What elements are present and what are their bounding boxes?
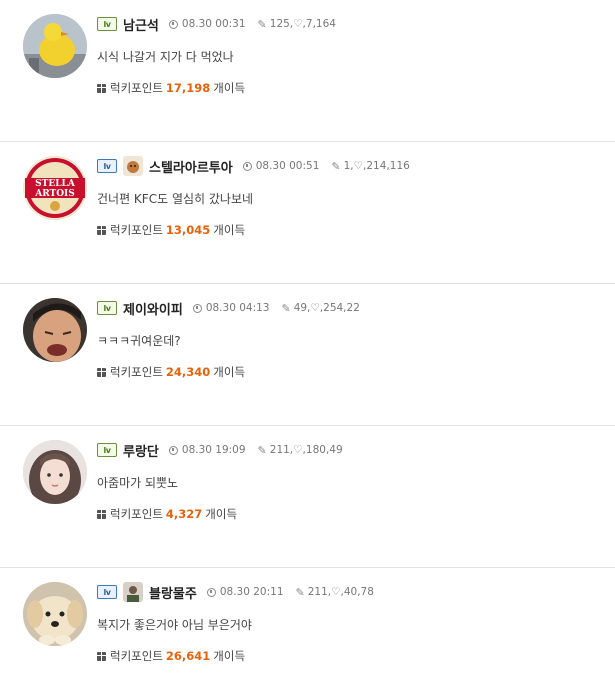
level-badge: lv: [97, 159, 117, 173]
comment-text: ㅋㅋㅋ귀여운데?: [97, 334, 181, 348]
comment-item: lv 루랑단 08.30 19:09 ✎ 211,♡,180,49 아줌마가 되…: [0, 426, 615, 568]
points-label: 럭키포인트: [110, 81, 163, 95]
logo-text-line-2: ARTOIS: [34, 189, 75, 199]
level-badge: lv: [97, 585, 117, 599]
points-value: 13,045: [165, 223, 211, 237]
lucky-points: 럭키포인트 17,198 개이득: [97, 80, 245, 96]
stella-artois-logo-avatar[interactable]: STELLA ARTOIS: [23, 156, 87, 220]
points-label: 럭키포인트: [110, 223, 163, 237]
comment-meta: lv 제이와이피 08.30 04:13 ✎ 49,♡,254,22: [97, 298, 360, 318]
comment-meta: lv 블랑물주 08.30 20:11 ✎ 211,♡,40,78: [97, 582, 374, 602]
comment-text: 시식 나갈거 지가 다 먹었나: [97, 50, 234, 64]
pin-icon: ✎: [331, 159, 341, 173]
gift-icon: [97, 509, 106, 519]
logo-text-line-1: STELLA: [35, 179, 76, 189]
comment-item: STELLA ARTOIS lv 스텔라아르투아 08.30 00:51 ✎ 1…: [0, 142, 615, 284]
points-label: 럭키포인트: [110, 365, 163, 379]
comment-stats: 211,♡,40,78: [307, 586, 374, 598]
puppy-avatar[interactable]: [23, 582, 87, 646]
pin-icon: ✎: [295, 585, 305, 599]
comment-text: 복지가 좋은거야 아님 부은거야: [97, 618, 252, 632]
man-face-avatar[interactable]: [23, 298, 87, 362]
dog-mini-avatar-icon: [123, 156, 143, 176]
lucky-points: 럭키포인트 13,045 개이득: [97, 222, 245, 238]
gift-icon: [97, 651, 106, 661]
gift-icon: [97, 367, 106, 377]
points-value: 4,327: [165, 507, 203, 521]
nickname[interactable]: 제이와이피: [123, 299, 183, 318]
level-badge: lv: [97, 443, 117, 457]
level-badge: lv: [97, 301, 117, 315]
points-value: 17,198: [165, 81, 211, 95]
points-value: 26,641: [165, 649, 211, 663]
comment-text: 건너편 KFC도 열심히 갔나보네: [97, 192, 254, 206]
user-mini-avatar-icon: [123, 582, 143, 602]
clock-icon: [192, 303, 202, 313]
pin-icon: ✎: [257, 17, 267, 31]
comment-meta: lv 루랑단 08.30 19:09 ✎ 211,♡,180,49: [97, 440, 343, 460]
comment-item: lv 제이와이피 08.30 04:13 ✎ 49,♡,254,22 ㅋㅋㅋ귀여…: [0, 284, 615, 426]
clock-icon: [168, 445, 178, 455]
points-suffix: 개이득: [213, 223, 246, 237]
clock-icon: [168, 19, 178, 29]
clock-icon: [242, 161, 252, 171]
points-suffix: 개이득: [213, 365, 246, 379]
comment-meta: lv 남근석 08.30 00:31 ✎ 125,♡,7,164: [97, 14, 336, 34]
nickname[interactable]: 스텔라아르투아: [149, 157, 233, 176]
points-suffix: 개이득: [213, 649, 246, 663]
pin-icon: ✎: [257, 443, 267, 457]
comment-time: 08.30 19:09: [181, 444, 246, 456]
clock-icon: [206, 587, 216, 597]
points-label: 럭키포인트: [110, 507, 163, 521]
nickname[interactable]: 루랑단: [123, 441, 159, 460]
comment-time: 08.30 00:51: [255, 160, 320, 172]
woman-face-avatar[interactable]: [23, 440, 87, 504]
points-suffix: 개이득: [213, 81, 246, 95]
nickname[interactable]: 남근석: [123, 15, 159, 34]
gift-icon: [97, 83, 106, 93]
points-value: 24,340: [165, 365, 211, 379]
comment-stats: 49,♡,254,22: [293, 302, 360, 314]
comment-stats: 125,♡,7,164: [269, 18, 336, 30]
comment-stats: 1,♡,214,116: [343, 160, 410, 172]
gift-icon: [97, 225, 106, 235]
level-badge: lv: [97, 17, 117, 31]
comment-item: lv 남근석 08.30 00:31 ✎ 125,♡,7,164 시식 나갈거 …: [0, 0, 615, 142]
lucky-points: 럭키포인트 24,340 개이득: [97, 364, 245, 380]
points-suffix: 개이득: [205, 507, 238, 521]
comment-item: lv 블랑물주 08.30 20:11 ✎ 211,♡,40,78 복지가 좋은…: [0, 568, 615, 673]
comment-text: 아줌마가 되뿟노: [97, 476, 179, 490]
lucky-points: 럭키포인트 26,641 개이득: [97, 648, 245, 664]
nickname[interactable]: 블랑물주: [149, 583, 197, 602]
lucky-points: 럭키포인트 4,327 개이득: [97, 506, 237, 522]
comment-stats: 211,♡,180,49: [269, 444, 343, 456]
comment-time: 08.30 04:13: [205, 302, 270, 314]
comment-meta: lv 스텔라아르투아 08.30 00:51 ✎ 1,♡,214,116: [97, 156, 410, 176]
pin-icon: ✎: [281, 301, 291, 315]
comment-time: 08.30 00:31: [181, 18, 246, 30]
yellow-duck-avatar[interactable]: [23, 14, 87, 78]
points-label: 럭키포인트: [110, 649, 163, 663]
comment-time: 08.30 20:11: [219, 586, 284, 598]
